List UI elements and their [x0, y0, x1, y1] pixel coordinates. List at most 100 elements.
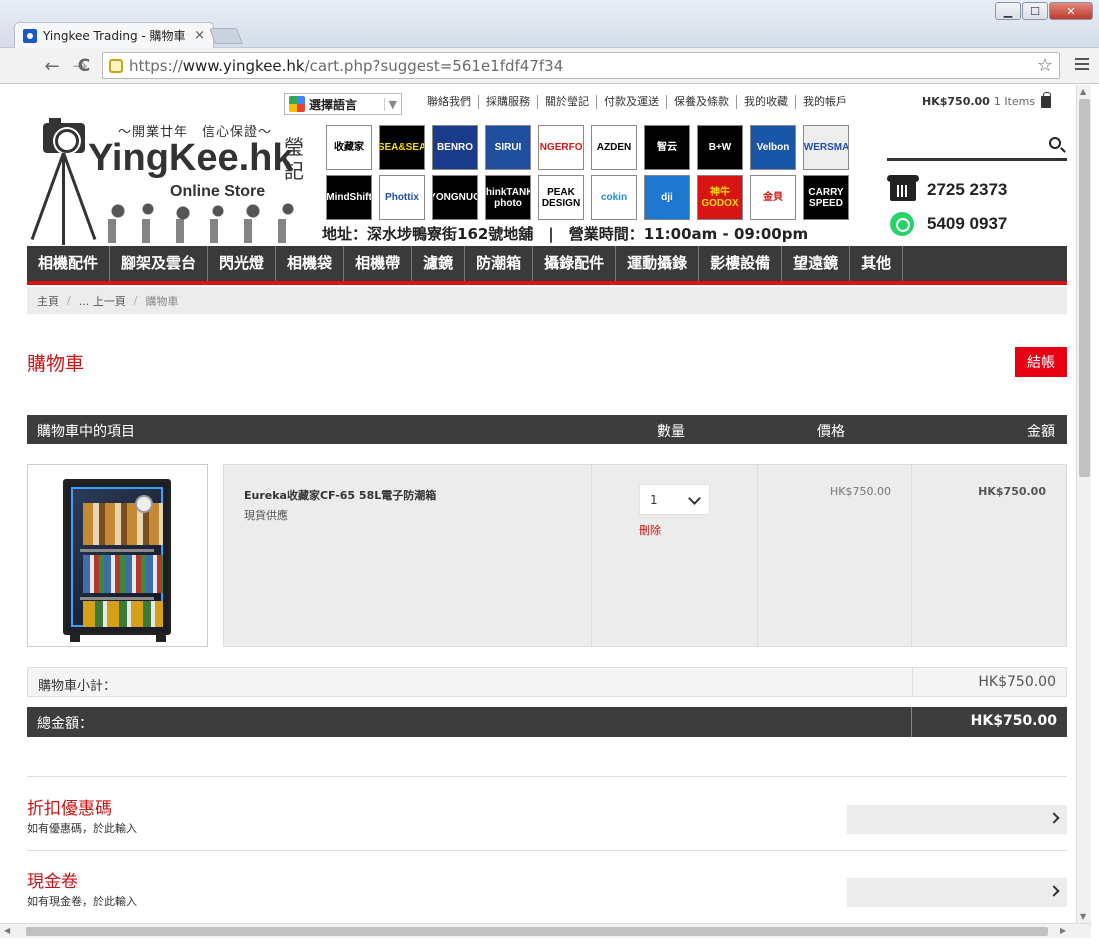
whatsapp-contact: 5409 0937: [890, 212, 1007, 236]
language-label: 選擇語言: [309, 97, 358, 112]
nav-camera-bags[interactable]: 相機袋: [276, 246, 345, 281]
reload-button[interactable]: C: [72, 54, 96, 78]
remove-item-link[interactable]: 刪除: [639, 522, 661, 538]
nav-telescopes[interactable]: 望遠鏡: [782, 246, 851, 281]
top-link-about[interactable]: 關於瑩記: [538, 95, 597, 109]
dropdown-arrow-icon: ▼: [383, 97, 397, 111]
brand-logo-0[interactable]: 收藏家: [326, 125, 372, 170]
brand-logo-14[interactable]: PEAK DESIGN: [538, 175, 584, 220]
scroll-right-icon[interactable]: ▶: [1060, 926, 1066, 935]
browser-toolbar: ← → https://www.yingkee.hk/cart.php?sugg…: [0, 48, 1099, 84]
brand-logo-19[interactable]: CARRY SPEED: [803, 175, 849, 220]
product-price: HK$750.00: [830, 485, 891, 498]
brand-logo-13[interactable]: thinkTANK photo: [485, 175, 531, 220]
mini-cart-amount: HK$750.00: [922, 95, 990, 108]
scroll-down-icon[interactable]: ▼: [1080, 912, 1086, 921]
voucher-toggle[interactable]: [847, 878, 1067, 907]
brand-logo-9[interactable]: POWERSMART: [803, 125, 849, 170]
search-icon[interactable]: [1049, 137, 1061, 149]
top-link-wishlist[interactable]: 我的收藏: [737, 95, 796, 109]
brand-logo-1[interactable]: SEA&SEA: [379, 125, 425, 170]
brand-logo-6[interactable]: 智云: [644, 125, 690, 170]
product-price-cell: HK$750.00: [758, 464, 912, 647]
nav-filters[interactable]: 濾鏡: [412, 246, 466, 281]
checkout-button[interactable]: 結帳: [1015, 347, 1067, 377]
breadcrumb-previous[interactable]: ... 上一頁: [79, 293, 126, 309]
brand-logo-5[interactable]: AZDEN: [591, 125, 637, 170]
dry-cabinet-image: [63, 479, 171, 642]
product-stock-status: 現貨供應: [244, 509, 288, 522]
nav-studio-equipment[interactable]: 影樓設備: [699, 246, 783, 281]
discount-code-toggle[interactable]: [847, 805, 1067, 834]
vertical-scroll-thumb[interactable]: [1079, 99, 1090, 477]
minimize-button[interactable]: ▁: [995, 2, 1021, 20]
store-address: 地址：深水埗鴨寮街162號地舖 | 營業時間：11:00am - 09:00pm: [322, 225, 809, 243]
top-link-contact[interactable]: 聯絡我們: [420, 95, 479, 109]
nav-video-accessories[interactable]: 攝錄配件: [533, 246, 617, 281]
browser-tab[interactable]: Yingkee Trading - 購物車 ×: [14, 22, 214, 48]
browser-menu-icon[interactable]: [1075, 58, 1089, 72]
nav-camera-accessories[interactable]: 相機配件: [27, 246, 111, 281]
brand-logo-17[interactable]: 神牛 GODOX: [697, 175, 743, 220]
brand-logo-4[interactable]: SUNGERFOTO: [538, 125, 584, 170]
scroll-left-icon[interactable]: ◀: [4, 926, 10, 935]
horizontal-scrollbar[interactable]: ◀ ▶: [0, 923, 1091, 938]
top-link-account[interactable]: 我的帳戶: [796, 95, 854, 109]
nav-tripods[interactable]: 腳架及雲台: [110, 246, 209, 281]
site-logo[interactable]: ～開業廿年 信心保證～ YingKee.hk 瑩記 Online Store: [28, 118, 318, 247]
voucher-title[interactable]: 現金卷: [27, 867, 78, 892]
discount-code-desc: 如有優惠碼，於此輸入: [27, 822, 137, 835]
tab-close-icon[interactable]: ×: [194, 28, 205, 43]
product-name[interactable]: Eureka收藏家CF-65 58L電子防潮箱: [244, 487, 571, 503]
brand-logo-16[interactable]: dji: [644, 175, 690, 220]
search-box[interactable]: [887, 129, 1067, 161]
nav-flash[interactable]: 閃光燈: [208, 246, 277, 281]
nav-camera-straps[interactable]: 相機帶: [344, 246, 413, 281]
address-bar[interactable]: https://www.yingkee.hk/cart.php?suggest=…: [102, 52, 1060, 79]
brand-logo-10[interactable]: MindShift: [326, 175, 372, 220]
breadcrumb-home[interactable]: 主頁: [37, 293, 59, 309]
mini-cart[interactable]: HK$750.00 1 Items: [922, 91, 1052, 108]
breadcrumb-separator: /: [67, 294, 71, 307]
breadcrumb: 主頁 / ... 上一頁 / 購物車: [27, 287, 1067, 314]
language-select[interactable]: 選擇語言 ▼: [284, 93, 402, 115]
top-link-payment[interactable]: 付款及運送: [597, 95, 667, 109]
total-value: HK$750.00: [970, 713, 1057, 729]
brand-logo-18[interactable]: 金貝: [750, 175, 796, 220]
new-tab-button[interactable]: [209, 28, 243, 44]
logo-brand-cn: 瑩記: [284, 135, 304, 183]
brand-logo-2[interactable]: BENRO: [432, 125, 478, 170]
brand-logo-7[interactable]: B+W: [697, 125, 743, 170]
brand-logo-15[interactable]: cokin: [591, 175, 637, 220]
phone-number: 2725 2373: [927, 180, 1008, 199]
quantity-select[interactable]: 1: [639, 484, 710, 515]
nav-action-cameras[interactable]: 運動攝錄: [616, 246, 700, 281]
maximize-button[interactable]: ☐: [1022, 2, 1048, 20]
close-window-button[interactable]: ✕: [1049, 2, 1093, 20]
top-link-purchasing[interactable]: 採購服務: [479, 95, 538, 109]
brand-logos: 收藏家SEA&SEABENROSIRUISUNGERFOTOAZDEN智云B+W…: [326, 125, 856, 220]
divider: [27, 850, 1067, 851]
camera-icon: [43, 118, 85, 153]
brand-logo-11[interactable]: Phottix: [379, 175, 425, 220]
top-link-warranty[interactable]: 保養及條款: [667, 95, 737, 109]
horizontal-scroll-thumb[interactable]: [26, 927, 1048, 936]
brand-logo-12[interactable]: YONGNUO: [432, 175, 478, 220]
discount-code-title[interactable]: 折扣優惠碼: [27, 794, 112, 819]
total-row: 總金額： HK$750.00: [27, 707, 1067, 737]
phone-contact: 2725 2373: [887, 175, 1008, 201]
header-item: 購物車中的項目: [37, 424, 135, 440]
logo-brand-name: YingKee.hk: [88, 137, 294, 179]
tab-title: Yingkee Trading - 購物車: [43, 29, 186, 43]
back-button[interactable]: ←: [40, 54, 64, 78]
brand-logo-8[interactable]: Velbon: [750, 125, 796, 170]
chevron-right-icon: [1048, 812, 1060, 824]
vertical-scrollbar[interactable]: ▲ ▼: [1076, 85, 1091, 923]
whatsapp-icon: [890, 212, 914, 236]
bookmark-star-icon[interactable]: ☆: [1037, 55, 1053, 76]
nav-others[interactable]: 其他: [850, 246, 904, 281]
nav-dry-cabinets[interactable]: 防潮箱: [465, 246, 534, 281]
product-image[interactable]: [27, 464, 208, 647]
brand-logo-3[interactable]: SIRUI: [485, 125, 531, 170]
scroll-up-icon[interactable]: ▲: [1080, 87, 1086, 96]
